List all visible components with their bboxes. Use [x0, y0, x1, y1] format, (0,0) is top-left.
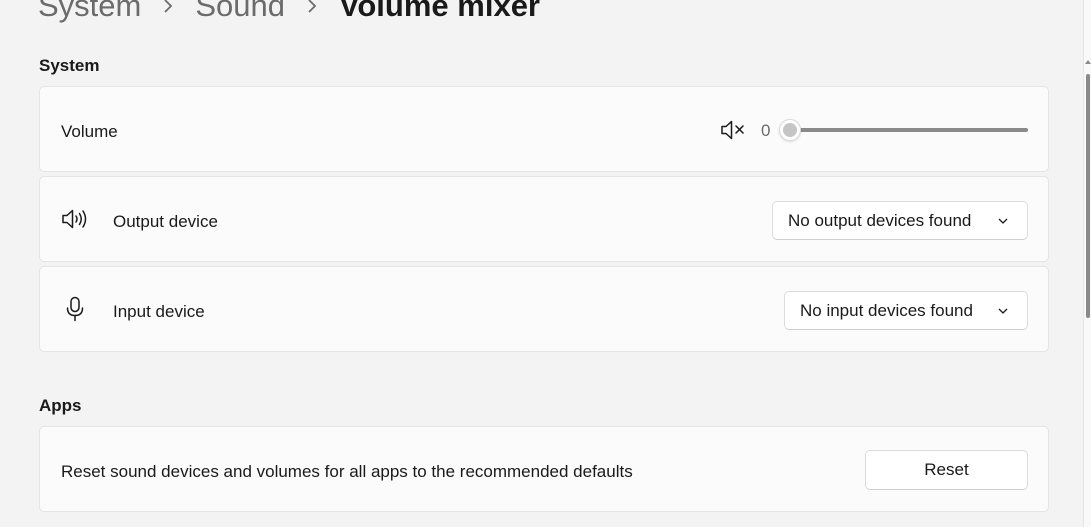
page-title: Volume mixer — [339, 0, 541, 23]
output-device-selected: No output devices found — [788, 210, 972, 230]
system-section-title: System — [39, 56, 100, 75]
output-device-card: Output device No output devices found — [39, 176, 1049, 262]
output-device-label: Output device — [113, 212, 218, 231]
input-device-card: Input device No input devices found — [39, 266, 1049, 352]
vertical-scrollbar[interactable] — [1083, 0, 1091, 527]
breadcrumb-item-system[interactable]: System — [38, 0, 141, 26]
chevron-right-icon — [141, 0, 195, 26]
chevron-down-icon — [998, 218, 1008, 224]
speaker-icon — [61, 208, 89, 235]
volume-value: 0 — [761, 121, 771, 140]
speaker-muted-icon[interactable] — [720, 119, 746, 146]
apps-section-title: Apps — [39, 396, 82, 415]
reset-description: Reset sound devices and volumes for all … — [61, 462, 633, 481]
scrollbar-thumb[interactable] — [1086, 74, 1090, 318]
volume-card: Volume 0 — [39, 86, 1049, 172]
breadcrumb: System Sound Volume mixer — [38, 0, 540, 26]
volume-slider-track[interactable] — [790, 128, 1028, 132]
volume-mixer-page: System Sound Volume mixer System Volume … — [0, 0, 1091, 527]
input-device-dropdown[interactable]: No input devices found — [784, 291, 1028, 330]
reset-card: Reset sound devices and volumes for all … — [39, 426, 1049, 512]
output-device-dropdown[interactable]: No output devices found — [772, 201, 1028, 240]
volume-slider-thumb[interactable] — [779, 119, 801, 141]
chevron-right-icon — [285, 0, 339, 26]
breadcrumb-item-sound[interactable]: Sound — [195, 0, 285, 26]
volume-label: Volume — [61, 122, 118, 141]
microphone-icon — [65, 296, 85, 327]
input-device-label: Input device — [113, 302, 205, 321]
scroll-up-arrow-icon[interactable] — [1085, 58, 1091, 66]
chevron-down-icon — [998, 308, 1008, 314]
reset-button[interactable]: Reset — [865, 450, 1028, 490]
input-device-selected: No input devices found — [800, 300, 973, 320]
